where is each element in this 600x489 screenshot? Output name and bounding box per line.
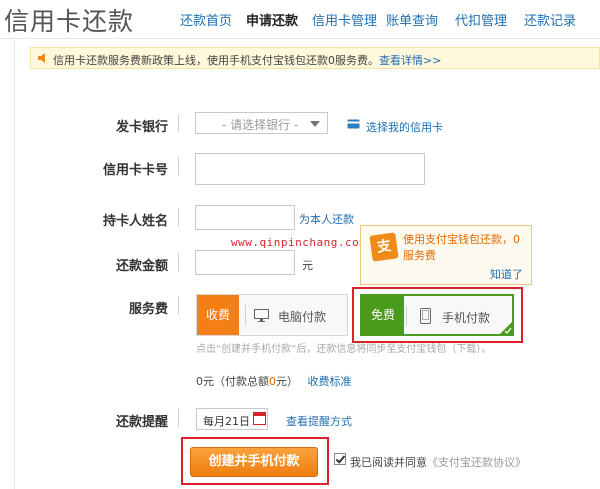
popup-dismiss-link[interactable]: 知道了 [490,266,523,282]
notice-bar: 信用卡还款服务费新政策上线，使用手机支付宝钱包还款0服务费。查看详情>> [30,47,600,69]
divider [406,306,407,326]
divider [178,208,179,226]
calendar-icon[interactable] [253,412,266,425]
monitor-icon [254,309,269,322]
fee-option-mobile[interactable]: 免费 手机付款 [360,294,514,336]
nav-apply-repay[interactable]: 申请还款 [246,10,298,29]
popup-text: 使用支付宝钱包还款，0服务费 [403,233,520,262]
reminder-label: 还款提醒 [115,415,168,430]
divider [178,296,179,314]
agreement-link[interactable]: 《支付宝还款协议》 [427,456,526,469]
card-icon [347,119,360,129]
notice-text-wrap: 信用卡还款服务费新政策上线，使用手机支付宝钱包还款0服务费。查看详情>> [53,52,441,68]
bank-select[interactable]: - 请选择银行 - [195,112,328,134]
divider [178,157,179,175]
card-number-label: 信用卡卡号 [102,163,168,178]
card-number-input[interactable] [195,153,425,185]
divider [245,305,246,325]
nav-repay-records[interactable]: 还款记录 [524,10,576,29]
header-divider [0,38,600,39]
total-amount: 0 [269,375,276,388]
notice-detail-link[interactable]: 查看详情>> [379,54,441,67]
fee-option-pc[interactable]: 收费 电脑付款 [196,294,348,336]
fee-standard-link[interactable]: 收费标准 [308,375,352,388]
holder-label: 持卡人姓名 [102,214,168,229]
alipay-icon: 支 [369,232,399,262]
amount-label: 还款金额 [115,259,168,274]
bank-select-placeholder: - 请选择银行 - [222,118,299,132]
divider [178,114,179,132]
nav-withhold-manage[interactable]: 代扣管理 [455,10,507,29]
total-prefix: 0元（付款总额 [196,375,269,388]
page-title: 信用卡还款 [4,7,135,36]
bank-label: 发卡银行 [115,120,168,135]
nav-card-manage[interactable]: 信用卡管理 [312,10,377,29]
fee-option-pc-label: 电脑付款 [278,310,327,324]
amount-input[interactable] [195,250,295,275]
agree-text: 我已阅读并同意 [350,456,427,469]
reminder-date: 每月21日 [203,415,250,428]
phone-icon [420,308,431,324]
fee-tag-paid: 收费 [197,295,239,335]
fee-option-mobile-label: 手机付款 [442,311,491,325]
divider [178,253,179,271]
chevron-down-icon [310,121,320,127]
holder-input[interactable] [195,205,295,230]
total-suffix: 元） [276,375,298,388]
alipay-tip-popup: 支 使用支付宝钱包还款，0服务费 知道了 [360,225,532,285]
divider [178,409,179,427]
fee-label: 服务费 [128,302,168,317]
fee-tag-free: 免费 [362,296,404,334]
agree-line: 我已阅读并同意《支付宝还款协议》 [350,454,526,470]
create-and-mobile-pay-button[interactable]: 创建并手机付款 [190,447,318,477]
reminder-method-link[interactable]: 查看提醒方式 [286,413,352,429]
selected-check-icon [500,322,512,334]
watermark: www.qinpinchang.com [231,236,367,249]
notice-text: 信用卡还款服务费新政策上线，使用手机支付宝钱包还款0服务费。 [53,54,379,67]
nav-bill-query[interactable]: 账单查询 [386,10,438,29]
sync-hint: 点击“创建并手机付款”后，还款信息将同步至支付宝钱包（下载）。 [196,344,492,355]
my-cards-link[interactable]: 选择我的信用卡 [366,119,443,135]
agree-checkbox[interactable] [334,453,346,465]
nav-repay-home[interactable]: 还款首页 [180,10,232,29]
self-repay-link[interactable]: 为本人还款 [299,211,354,227]
total-line: 0元（付款总额0元） 收费标准 [196,373,352,389]
reminder-date-picker[interactable]: 每月21日 [196,408,268,430]
amount-unit: 元 [302,259,313,272]
speaker-icon [38,53,45,63]
